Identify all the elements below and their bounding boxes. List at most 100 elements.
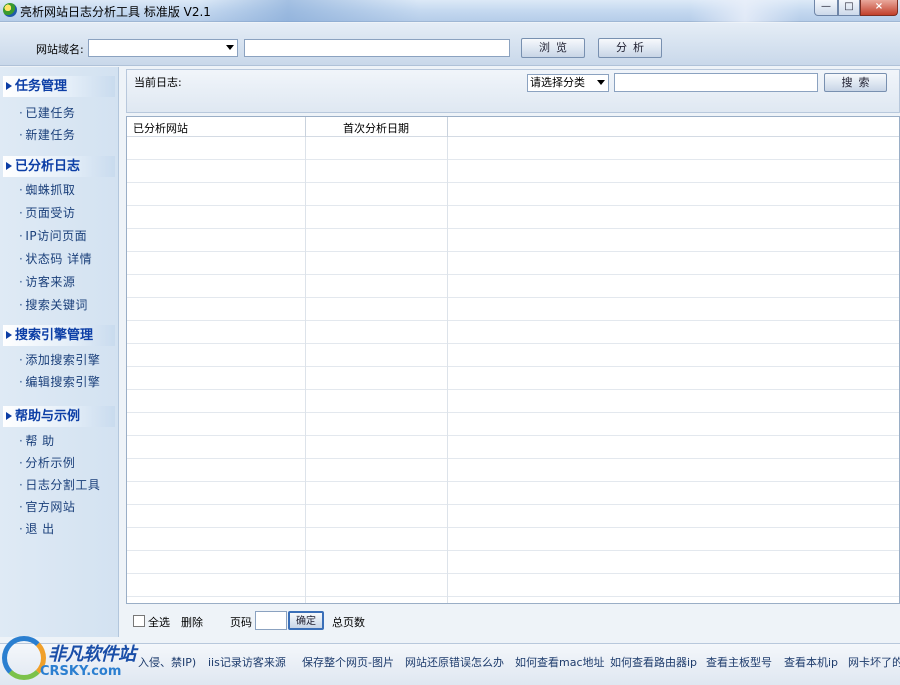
table-row[interactable] bbox=[127, 298, 899, 321]
sidebar-item-examples[interactable]: · 分析示例 bbox=[19, 454, 75, 471]
link-item[interactable]: 入侵、禁IP) bbox=[138, 654, 196, 670]
maximize-button[interactable]: □ bbox=[838, 0, 860, 16]
chevron-down-icon[interactable] bbox=[226, 45, 234, 50]
page-number-input[interactable] bbox=[255, 611, 287, 630]
sidebar-item-search-keywords[interactable]: · 搜索关键词 bbox=[19, 296, 88, 313]
total-pages-label: 总页数 bbox=[332, 616, 365, 629]
table-row[interactable] bbox=[127, 252, 899, 275]
link-item[interactable]: 如何查看mac地址 bbox=[515, 654, 605, 670]
table-row[interactable] bbox=[127, 275, 899, 298]
table-row[interactable] bbox=[127, 482, 899, 505]
bullet: · bbox=[19, 106, 24, 120]
table-row[interactable] bbox=[127, 528, 899, 551]
top-toolbar: 网站域名: 浏览 分析 bbox=[0, 23, 900, 66]
table-row[interactable] bbox=[127, 137, 899, 160]
search-input[interactable] bbox=[614, 73, 818, 92]
sidebar-item-official-site[interactable]: · 官方网站 bbox=[19, 498, 75, 515]
title-decoration-2 bbox=[690, 0, 800, 22]
sidebar-item-created-tasks[interactable]: · 已建任务 bbox=[19, 104, 75, 121]
link-item[interactable]: 查看本机ip bbox=[784, 654, 838, 670]
select-all-label[interactable]: 全选 bbox=[148, 614, 170, 630]
sidebar-section-task[interactable]: 任务管理 bbox=[3, 76, 115, 97]
table-row[interactable] bbox=[127, 321, 899, 344]
link-item[interactable]: 查看主板型号 bbox=[706, 654, 772, 670]
title-bar: 亮析网站日志分析工具 标准版 V2.1 — □ × bbox=[0, 0, 900, 22]
bullet: · bbox=[19, 229, 24, 243]
window-title: 亮析网站日志分析工具 标准版 V2.1 bbox=[20, 5, 211, 19]
sidebar-item-label: 搜索关键词 bbox=[25, 298, 88, 312]
crsky-watermark-logo: 非凡软件站 CRSKY.com bbox=[0, 632, 142, 685]
main-panel: 当前日志: 请选择分类 搜索 已分析网站 首次分析日期 全选 删除 页码 确定 … bbox=[126, 67, 900, 637]
sidebar-item-log-split-tool[interactable]: · 日志分割工具 bbox=[19, 476, 100, 493]
column-header-first-date[interactable]: 首次分析日期 bbox=[343, 120, 409, 136]
sidebar-item-label: 页面受访 bbox=[25, 206, 76, 220]
bullet: · bbox=[19, 275, 24, 289]
table-row[interactable] bbox=[127, 367, 899, 390]
column-header-site[interactable]: 已分析网站 bbox=[133, 120, 188, 136]
sidebar-section-analyzed-logs[interactable]: 已分析日志 bbox=[3, 156, 115, 177]
sidebar-item-label: 添加搜索引擎 bbox=[25, 353, 101, 367]
sidebar-item-add-engine[interactable]: · 添加搜索引擎 bbox=[19, 351, 100, 368]
link-item[interactable]: 保存整个网页-图片 bbox=[302, 654, 394, 670]
table-row[interactable] bbox=[127, 574, 899, 597]
sidebar-item-spider-crawl[interactable]: · 蜘蛛抓取 bbox=[19, 181, 75, 198]
sidebar-item-label: 帮 助 bbox=[25, 434, 55, 448]
bullet: · bbox=[19, 456, 24, 470]
logo-en-text: CRSKY.com bbox=[40, 664, 122, 679]
sidebar-item-ip-pages[interactable]: · IP访问页面 bbox=[19, 227, 87, 244]
domain-select[interactable] bbox=[88, 39, 238, 57]
minimize-button[interactable]: — bbox=[814, 0, 838, 16]
sidebar-item-page-visits[interactable]: · 页面受访 bbox=[19, 204, 75, 221]
category-select[interactable]: 请选择分类 bbox=[527, 74, 609, 92]
table-row[interactable] bbox=[127, 229, 899, 252]
column-divider[interactable] bbox=[305, 117, 306, 603]
sidebar-item-status-codes[interactable]: · 状态码 详情 bbox=[19, 250, 92, 267]
delete-link[interactable]: 删除 bbox=[181, 614, 203, 630]
triangle-right-icon bbox=[6, 412, 12, 420]
page-ok-button[interactable]: 确定 bbox=[288, 611, 324, 630]
header-divider bbox=[305, 117, 306, 137]
table-row[interactable] bbox=[127, 413, 899, 436]
link-item[interactable]: 网站还原错误怎么办 bbox=[405, 654, 504, 670]
sidebar-item-label: 退 出 bbox=[25, 522, 55, 536]
app-logo-icon bbox=[3, 3, 17, 17]
table-row[interactable] bbox=[127, 344, 899, 367]
table-row[interactable] bbox=[127, 459, 899, 482]
table-row[interactable] bbox=[127, 436, 899, 459]
table-row[interactable] bbox=[127, 160, 899, 183]
table-row[interactable] bbox=[127, 183, 899, 206]
select-all-checkbox[interactable] bbox=[133, 615, 145, 627]
sidebar-item-new-task[interactable]: · 新建任务 bbox=[19, 126, 75, 143]
browse-button[interactable]: 浏览 bbox=[521, 38, 585, 58]
triangle-right-icon bbox=[6, 82, 12, 90]
link-item[interactable]: iis记录访客来源 bbox=[208, 654, 286, 670]
table-row[interactable] bbox=[127, 206, 899, 229]
sidebar-section-title: 已分析日志 bbox=[15, 159, 81, 174]
sidebar-item-edit-engine[interactable]: · 编辑搜索引擎 bbox=[19, 373, 100, 390]
bullet: · bbox=[19, 500, 24, 514]
table-row[interactable] bbox=[127, 551, 899, 574]
sidebar-item-label: 官方网站 bbox=[25, 500, 76, 514]
bullet: · bbox=[19, 434, 24, 448]
sidebar-item-exit[interactable]: · 退 出 bbox=[19, 520, 55, 537]
bullet: · bbox=[19, 128, 24, 142]
sidebar-section-search-engines[interactable]: 搜索引擎管理 bbox=[3, 325, 115, 346]
column-divider[interactable] bbox=[447, 117, 448, 603]
link-item[interactable]: 网卡坏了的 bbox=[848, 654, 900, 670]
pagination-bar: 全选 删除 页码 确定 总页数 bbox=[126, 607, 900, 635]
sidebar-item-visitor-source[interactable]: · 访客来源 bbox=[19, 273, 75, 290]
close-button[interactable]: × bbox=[860, 0, 898, 16]
table-row[interactable] bbox=[127, 390, 899, 413]
sidebar-item-help[interactable]: · 帮 助 bbox=[19, 432, 55, 449]
sidebar-item-label: IP访问页面 bbox=[25, 229, 88, 243]
log-path-input[interactable] bbox=[244, 39, 510, 57]
link-item[interactable]: 如何查看路由器ip bbox=[610, 654, 697, 670]
analyze-button[interactable]: 分析 bbox=[598, 38, 662, 58]
chevron-down-icon[interactable] bbox=[597, 80, 605, 85]
sidebar-item-label: 访客来源 bbox=[25, 275, 76, 289]
sidebar-section-help[interactable]: 帮助与示例 bbox=[3, 406, 115, 427]
bullet: · bbox=[19, 206, 24, 220]
table-row[interactable] bbox=[127, 505, 899, 528]
search-button[interactable]: 搜索 bbox=[824, 73, 887, 92]
sidebar-section-title: 帮助与示例 bbox=[15, 409, 81, 424]
